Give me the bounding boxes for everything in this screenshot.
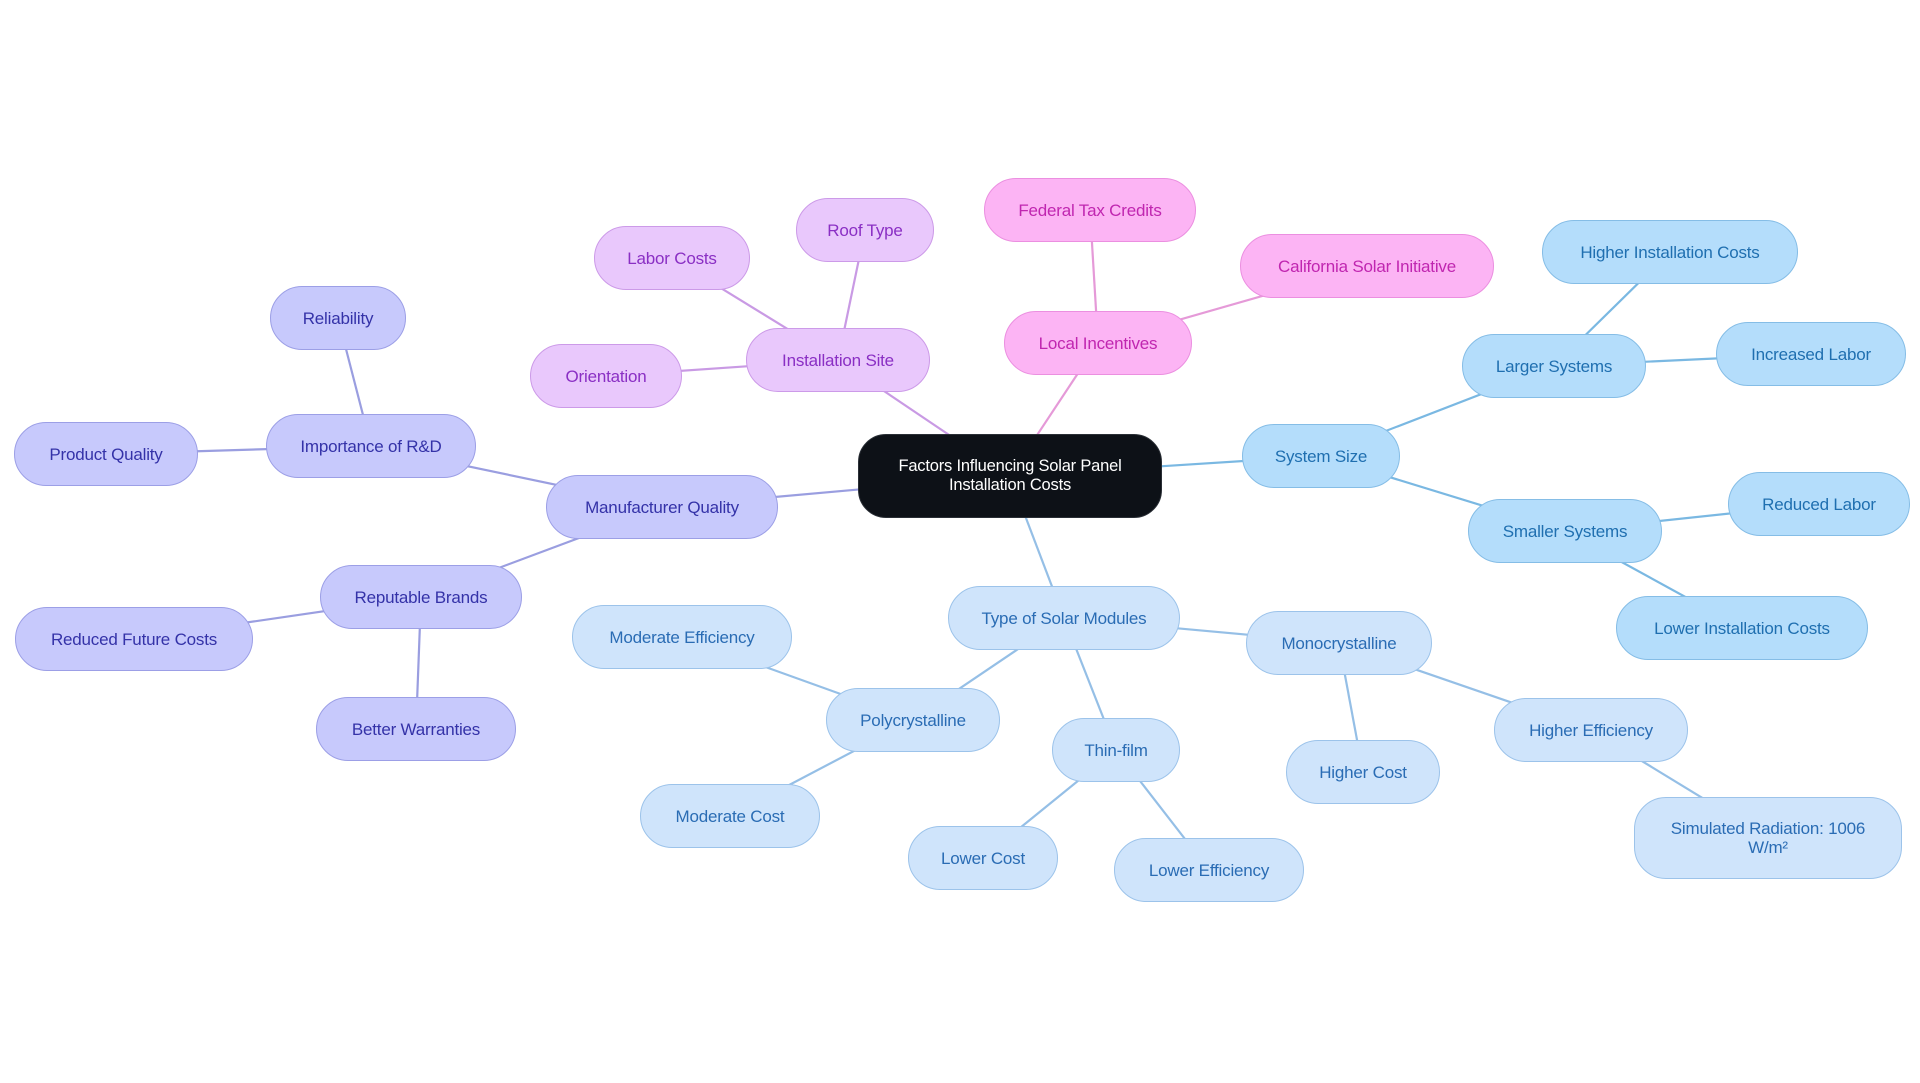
node-reliability[interactable]: Reliability (270, 286, 406, 350)
node-installation-site[interactable]: Installation Site (746, 328, 930, 392)
node-reduced-labor[interactable]: Reduced Labor (1728, 472, 1910, 536)
node-monocrystalline[interactable]: Monocrystalline (1246, 611, 1432, 675)
node-reputable-brands[interactable]: Reputable Brands (320, 565, 522, 629)
root-node[interactable]: Factors Influencing Solar Panel Installa… (858, 434, 1162, 518)
node-california-solar-initiative[interactable]: California Solar Initiative (1240, 234, 1494, 298)
node-labor-costs[interactable]: Labor Costs (594, 226, 750, 290)
node-orientation[interactable]: Orientation (530, 344, 682, 408)
node-smaller-systems[interactable]: Smaller Systems (1468, 499, 1662, 563)
node-higher-installation-costs[interactable]: Higher Installation Costs (1542, 220, 1798, 284)
node-lower-cost[interactable]: Lower Cost (908, 826, 1058, 890)
node-better-warranties[interactable]: Better Warranties (316, 697, 516, 761)
node-higher-efficiency[interactable]: Higher Efficiency (1494, 698, 1688, 762)
node-reduced-future-costs[interactable]: Reduced Future Costs (15, 607, 253, 671)
node-manufacturer-quality[interactable]: Manufacturer Quality (546, 475, 778, 539)
node-simulated-radiation[interactable]: Simulated Radiation: 1006 W/m² (1634, 797, 1902, 879)
node-larger-systems[interactable]: Larger Systems (1462, 334, 1646, 398)
node-importance-rd[interactable]: Importance of R&D (266, 414, 476, 478)
node-moderate-efficiency[interactable]: Moderate Efficiency (572, 605, 792, 669)
node-federal-tax-credits[interactable]: Federal Tax Credits (984, 178, 1196, 242)
node-type-solar-modules[interactable]: Type of Solar Modules (948, 586, 1180, 650)
node-thin-film[interactable]: Thin-film (1052, 718, 1180, 782)
node-system-size[interactable]: System Size (1242, 424, 1400, 488)
node-increased-labor[interactable]: Increased Labor (1716, 322, 1906, 386)
node-higher-cost[interactable]: Higher Cost (1286, 740, 1440, 804)
node-moderate-cost[interactable]: Moderate Cost (640, 784, 820, 848)
node-local-incentives[interactable]: Local Incentives (1004, 311, 1192, 375)
node-product-quality[interactable]: Product Quality (14, 422, 198, 486)
node-roof-type[interactable]: Roof Type (796, 198, 934, 262)
node-lower-efficiency[interactable]: Lower Efficiency (1114, 838, 1304, 902)
node-polycrystalline[interactable]: Polycrystalline (826, 688, 1000, 752)
node-lower-installation-costs[interactable]: Lower Installation Costs (1616, 596, 1868, 660)
